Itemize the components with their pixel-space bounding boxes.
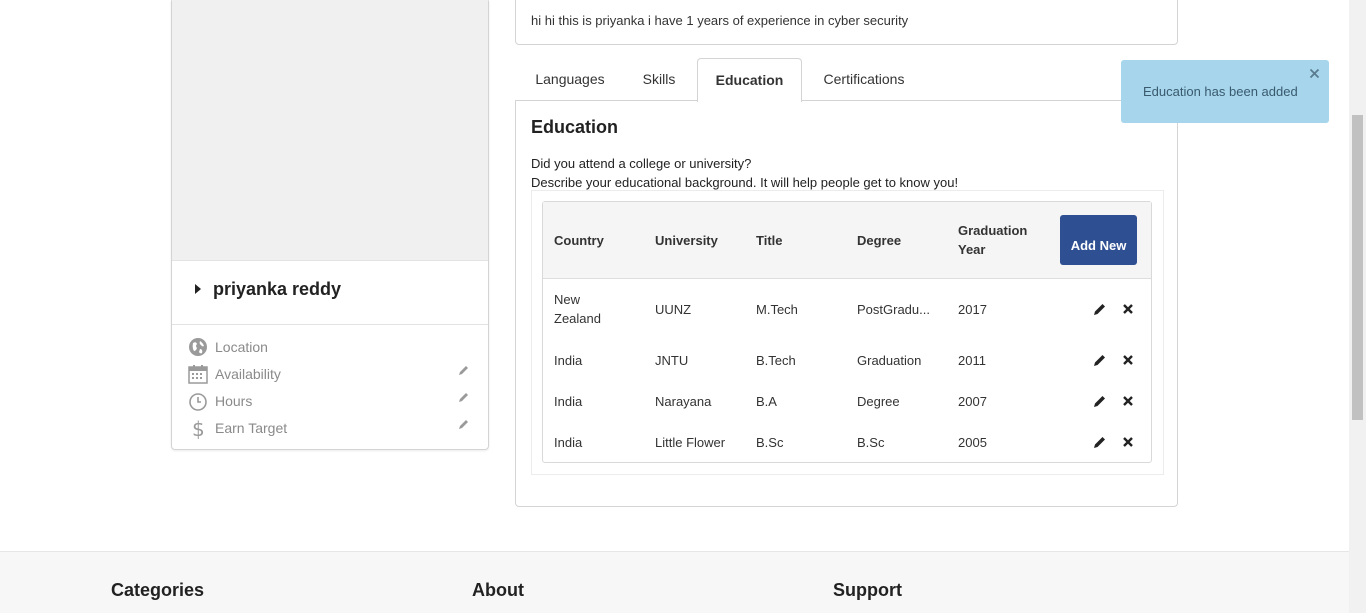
cell-university: UUNZ [655,302,692,317]
edit-pencil-icon[interactable] [1093,302,1107,316]
delete-x-icon[interactable] [1121,353,1135,367]
education-panel: Education Did you attend a college or un… [515,100,1178,507]
cell-title: B.A [756,394,777,409]
close-icon[interactable] [1309,66,1320,79]
footer-about-heading: About [472,580,524,600]
cell-degree: PostGradu... [857,302,930,317]
add-new-button[interactable]: Add New [1060,215,1137,265]
table-header: Country University Title Degree Graduati… [543,202,1151,279]
edit-pencil-icon[interactable] [1093,435,1107,449]
cell-degree: B.Sc [857,435,885,450]
bio-box: hi hi this is priyanka i have 1 years of… [515,0,1178,45]
page-scrollbar[interactable] [1349,0,1366,613]
delete-x-icon[interactable] [1121,302,1135,316]
svg-text:$: $ [192,418,205,440]
column-title: Title [756,233,783,248]
tab-certifications[interactable]: Certifications [812,58,916,101]
cell-degree: Degree [857,394,900,409]
attr-earn-target: $ Earn Target [188,417,478,441]
table-row: India Little Flower B.Sc B.Sc 2005 [543,422,1151,463]
toast-message: Education has been added [1143,84,1298,99]
cell-year: 2017 [958,302,987,317]
edit-earn-target-icon[interactable] [458,417,470,429]
edit-pencil-icon[interactable] [1093,394,1107,408]
cell-title: M.Tech [756,302,798,317]
cell-university: JNTU [655,353,689,368]
toast-notification: Education has been added [1121,60,1329,123]
attr-location-label: Location [215,339,268,355]
profile-card: priyanka reddy Location Availability Hou… [171,0,489,450]
caret-right-icon[interactable] [195,284,201,294]
cell-university: Narayana [655,394,712,409]
dollar-icon: $ [188,417,210,441]
edit-hours-icon[interactable] [458,390,470,402]
cell-year: 2011 [958,353,986,368]
delete-x-icon[interactable] [1121,394,1135,408]
footer-categories-heading: Categories [111,580,205,600]
cell-title: B.Tech [756,353,796,368]
edit-pencil-icon[interactable] [1093,353,1107,367]
column-country: Country [554,233,604,248]
education-table: Country University Title Degree Graduati… [542,201,1152,463]
column-degree: Degree [857,233,902,248]
profile-name: priyanka reddy [213,279,342,299]
attr-hours-label: Hours [215,393,253,409]
calendar-icon [188,364,210,386]
education-description: Did you attend a college or university? … [531,154,958,192]
table-row: New Zealand UUNZ M.Tech PostGradu... 201… [543,279,1151,340]
attr-hours: Hours [188,390,478,414]
tab-skills[interactable]: Skills [629,58,689,101]
column-graduation-year: Graduation Year [958,223,1028,257]
profile-name-row[interactable]: priyanka reddy [172,261,488,325]
table-row: India Narayana B.A Degree 2007 [543,381,1151,422]
edit-availability-icon[interactable] [458,363,470,375]
attr-location: Location [188,336,478,360]
cell-country: India [554,394,583,409]
education-question: Did you attend a college or university? [531,156,752,171]
cell-country: New Zealand [554,292,601,326]
cell-year: 2005 [958,435,987,450]
tab-languages[interactable]: Languages [523,58,617,101]
profile-photo-area [172,0,488,261]
scrollbar-thumb[interactable] [1352,115,1363,420]
education-heading: Education [531,117,619,137]
cell-title: B.Sc [756,435,784,450]
bio-text: hi hi this is priyanka i have 1 years of… [531,13,909,28]
table-row: India JNTU B.Tech Graduation 2011 [543,340,1151,381]
education-table-wrapper: Country University Title Degree Graduati… [531,190,1164,475]
column-university: University [655,233,718,248]
cell-university: Little Flower [655,435,726,450]
attr-availability: Availability [188,363,478,387]
footer-support-heading: Support [833,580,902,600]
attr-availability-label: Availability [215,366,281,382]
cell-year: 2007 [958,394,987,409]
cell-degree: Graduation [857,353,922,368]
clock-icon [188,391,210,413]
cell-country: India [554,353,583,368]
tab-education[interactable]: Education [697,58,802,102]
globe-icon [188,337,210,359]
cell-country: India [554,435,583,450]
delete-x-icon[interactable] [1121,435,1135,449]
attr-earn-target-label: Earn Target [215,420,288,436]
site-footer: Categories About Support [0,551,1349,613]
